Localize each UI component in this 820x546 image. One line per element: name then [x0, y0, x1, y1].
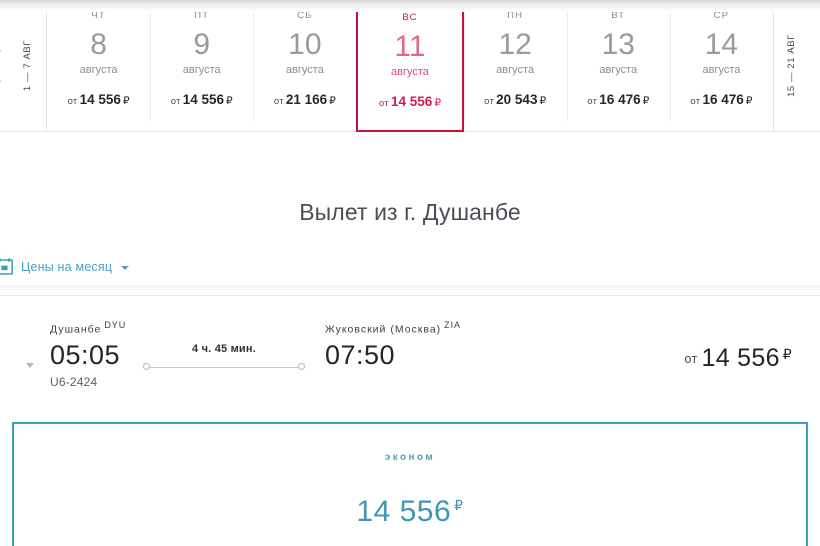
- currency-symbol: ₽: [454, 497, 464, 513]
- price-amount: 14 556: [391, 93, 433, 109]
- currency-symbol: ₽: [539, 94, 547, 107]
- calendar-day-13[interactable]: вт 13 августа от 16 476 ₽: [566, 0, 670, 131]
- flight-price: от 14 556 ₽: [685, 344, 793, 373]
- calendar-day-price: от 20 543 ₽: [464, 92, 567, 107]
- calendar-day-number: 10: [288, 28, 322, 61]
- departure-block: Душанбе DYU 05:05 U6-2424: [50, 320, 126, 389]
- calendar-day-month: августа: [182, 63, 221, 76]
- arrival-city: Жуковский (Москва) ZIA: [325, 320, 461, 336]
- calendar-day-12[interactable]: пн 12 августа от 20 543 ₽: [463, 0, 567, 131]
- calendar-day-month: августа: [496, 63, 535, 76]
- arrival-block: Жуковский (Москва) ZIA 07:50: [325, 320, 461, 371]
- price-prefix: от: [378, 97, 390, 109]
- price-amount: 16 476: [599, 91, 641, 107]
- currency-symbol: ₽: [782, 346, 792, 362]
- calendar-day-number: 12: [498, 28, 532, 61]
- calendar-day-month: августа: [702, 63, 741, 76]
- arrival-airport-code: ZIA: [444, 320, 461, 330]
- price-prefix: от: [484, 95, 495, 107]
- calendar-day-month: августа: [599, 63, 638, 76]
- calendar-day-price: от 14 556 ₽: [150, 92, 253, 107]
- chevron-down-icon: [121, 265, 130, 270]
- calendar-day-weekday: ср: [713, 10, 730, 21]
- calendar-day-weekday: вс: [402, 12, 418, 23]
- arrival-city-name: Жуковский (Москва): [325, 323, 442, 336]
- calendar-day-month: августа: [79, 63, 118, 76]
- currency-symbol: ₽: [642, 94, 650, 107]
- calendar-day-price: от 16 476 ₽: [567, 92, 670, 107]
- currency-symbol: ₽: [226, 94, 233, 107]
- price-prefix: от: [587, 95, 598, 107]
- fare-price: 14 556 ₽: [14, 495, 806, 529]
- price-amount: 20 543: [496, 91, 538, 107]
- month-prices-toggle[interactable]: Цены на месяц: [0, 258, 130, 275]
- currency-symbol: ₽: [122, 94, 130, 107]
- calendar-icon: [0, 258, 13, 275]
- departure-time: 05:05: [50, 339, 121, 370]
- month-prices-label: Цены на месяц: [21, 259, 113, 274]
- calendar-day-weekday: вт: [611, 10, 626, 21]
- fare-option-card[interactable]: эконом 14 556 ₽: [12, 422, 808, 546]
- departure-airport-code: DYU: [104, 320, 127, 330]
- calendar-day-month: августа: [285, 63, 324, 76]
- price-prefix: от: [67, 95, 78, 107]
- price-amount: 14 556: [79, 91, 121, 107]
- chevron-left-icon: ⟨: [0, 48, 2, 83]
- calendar-day-price: от 14 556 ₽: [47, 92, 150, 107]
- calendar-prev-week-button[interactable]: ⟨ 1 — 7 АВГ: [0, 0, 47, 131]
- calendar-day-weekday: сб: [297, 10, 313, 21]
- calendar-day-weekday: пт: [194, 10, 210, 21]
- departure-city: Душанбе DYU: [50, 320, 126, 336]
- calendar-day-14[interactable]: ср 14 августа от 16 476 ₽: [669, 0, 773, 131]
- calendar-day-10[interactable]: сб 10 августа от 21 166 ₽: [253, 0, 357, 131]
- page-header-section: Вылет из г. Душанбе Цены на месяц: [0, 132, 820, 285]
- calendar-day-number: 9: [193, 28, 211, 61]
- duration-start-dot-icon: [143, 363, 150, 370]
- calendar-next-week-label: 15 — 21 АВГ: [786, 34, 798, 97]
- price-amount: 14 556: [701, 344, 780, 372]
- calendar-day-9[interactable]: пт 9 августа от 14 556 ₽: [150, 0, 254, 131]
- price-amount: 21 166: [285, 91, 328, 107]
- price-prefix: от: [170, 95, 181, 107]
- currency-symbol: ₽: [434, 96, 441, 109]
- calendar-day-number: 11: [394, 30, 426, 63]
- currency-symbol: ₽: [329, 94, 336, 107]
- arrival-time: 07:50: [325, 339, 396, 370]
- calendar-day-price: от 21 166 ₽: [253, 92, 356, 107]
- price-amount: 14 556: [182, 91, 225, 107]
- calendar-day-weekday: чт: [91, 10, 106, 21]
- price-amount: 14 556: [356, 495, 452, 528]
- calendar-day-11-selected[interactable]: вс 11 августа от 14 556 ₽: [356, 1, 464, 132]
- price-prefix: от: [690, 95, 701, 107]
- calendar-day-number: 13: [601, 28, 635, 61]
- calendar-day-price: от 16 476 ₽: [670, 92, 773, 107]
- calendar-day-number: 8: [90, 28, 107, 61]
- price-prefix: от: [273, 95, 284, 107]
- calendar-day-weekday: пн: [507, 10, 524, 21]
- calendar-day-price: от 14 556 ₽: [358, 94, 461, 109]
- calendar-next-week-button[interactable]: 15 — 21 АВГ ⟩: [773, 0, 820, 131]
- calendar-prev-week-label: 1 — 7 АВГ: [22, 39, 34, 92]
- duration-line: [150, 367, 298, 368]
- duration-end-dot-icon: [298, 363, 305, 370]
- calendar-days: чт 8 августа от 14 556 ₽ пт 9 августа от 14…: [47, 0, 773, 132]
- calendar-day-month: августа: [391, 65, 429, 78]
- fare-class-label: эконом: [384, 452, 436, 463]
- flight-number: U6-2424: [50, 374, 98, 389]
- date-price-calendar-strip: ⟨ 1 — 7 АВГ чт 8 августа от14 556₽ пт 9 …: [0, 0, 820, 132]
- section-divider: [0, 285, 820, 296]
- flight-duration-label: 4 ч. 45 мин.: [192, 343, 256, 355]
- price-amount: 16 476: [702, 91, 744, 107]
- calendar-day-number: 14: [704, 28, 739, 61]
- departure-city-name: Душанбе: [50, 323, 102, 336]
- flight-duration-bar: 4 ч. 45 мин.: [143, 343, 305, 373]
- page-title: Вылет из г. Душанбе: [299, 199, 521, 225]
- calendar-day-8[interactable]: чт 8 августа от 14 556 ₽: [47, 0, 151, 131]
- currency-symbol: ₽: [745, 94, 753, 107]
- price-prefix: от: [684, 352, 698, 366]
- expand-flight-details-button[interactable]: [26, 363, 34, 368]
